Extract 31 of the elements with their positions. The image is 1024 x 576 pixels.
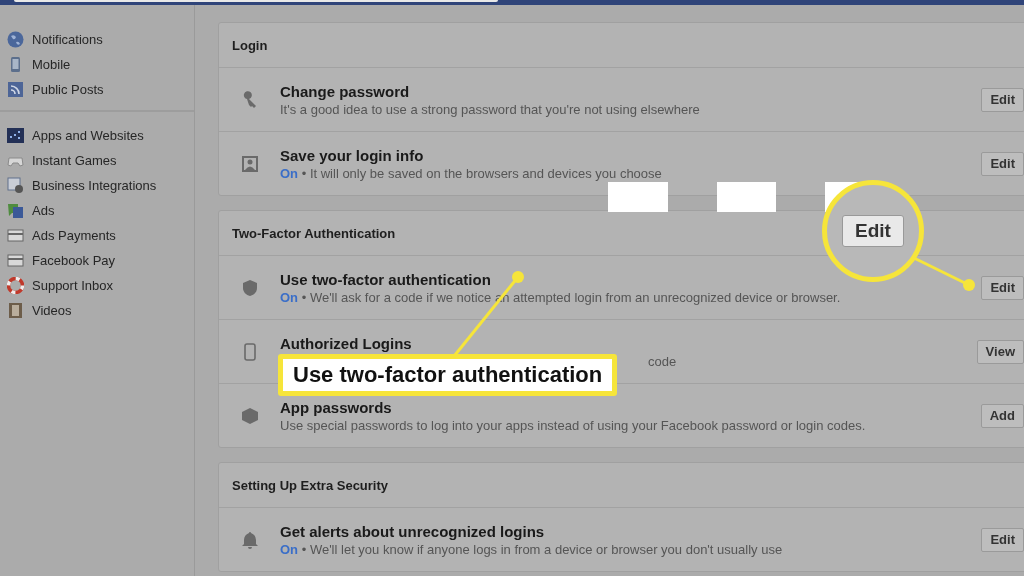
setting-description: It's a good idea to use a strong password that you're not using elsewhere bbox=[280, 101, 700, 117]
sidebar-item[interactable]: Support Inbox bbox=[0, 273, 194, 298]
setting-title: Authorized Logins bbox=[280, 334, 412, 352]
sidebar-item[interactable]: Facebook Pay bbox=[0, 248, 194, 273]
setting-description: On • It will only be saved on the browsers and devices you choose bbox=[280, 165, 662, 181]
sidebar-item[interactable]: Apps and Websites bbox=[0, 123, 194, 148]
setting-description: On • We'll let you know if anyone logs in from a device or browser you don't usually use bbox=[280, 541, 783, 557]
sidebar-item[interactable]: Mobile bbox=[0, 52, 194, 77]
action-button[interactable]: Edit bbox=[981, 87, 1024, 112]
sidebar-item[interactable]: Instant Games bbox=[0, 148, 194, 173]
setting-title: App passwords bbox=[280, 398, 392, 416]
setting-description: code bbox=[648, 353, 677, 369]
sidebar-item[interactable]: Ads Payments bbox=[0, 223, 194, 248]
setting-title: Use two-factor authentication bbox=[280, 270, 491, 288]
sidebar-item[interactable]: Ads bbox=[0, 198, 194, 223]
action-button[interactable]: View bbox=[976, 339, 1024, 364]
sidebar-item[interactable]: Public Posts bbox=[0, 77, 194, 102]
sidebar-item[interactable]: Notifications bbox=[0, 27, 194, 52]
setting-description: Use special passwords to log into your apps instead of using your Facebook password or login codes. bbox=[280, 417, 866, 433]
action-button[interactable]: Edit bbox=[981, 151, 1024, 176]
action-button[interactable]: Add bbox=[980, 403, 1024, 428]
setting-title: Get alerts about unrecognized logins bbox=[280, 522, 545, 540]
action-button[interactable]: Edit bbox=[981, 527, 1024, 552]
section-title: Login bbox=[219, 23, 1024, 68]
callout-label: Use two-factor authentication bbox=[278, 354, 618, 396]
sidebar-item[interactable]: Videos bbox=[0, 298, 194, 323]
setting-title: Save your login info bbox=[280, 146, 424, 164]
action-button[interactable]: Edit bbox=[981, 275, 1024, 300]
setting-title: Change password bbox=[280, 82, 410, 100]
section-title: Setting Up Extra Security bbox=[219, 463, 1024, 508]
sidebar-item[interactable]: Business Integrations bbox=[0, 173, 194, 198]
